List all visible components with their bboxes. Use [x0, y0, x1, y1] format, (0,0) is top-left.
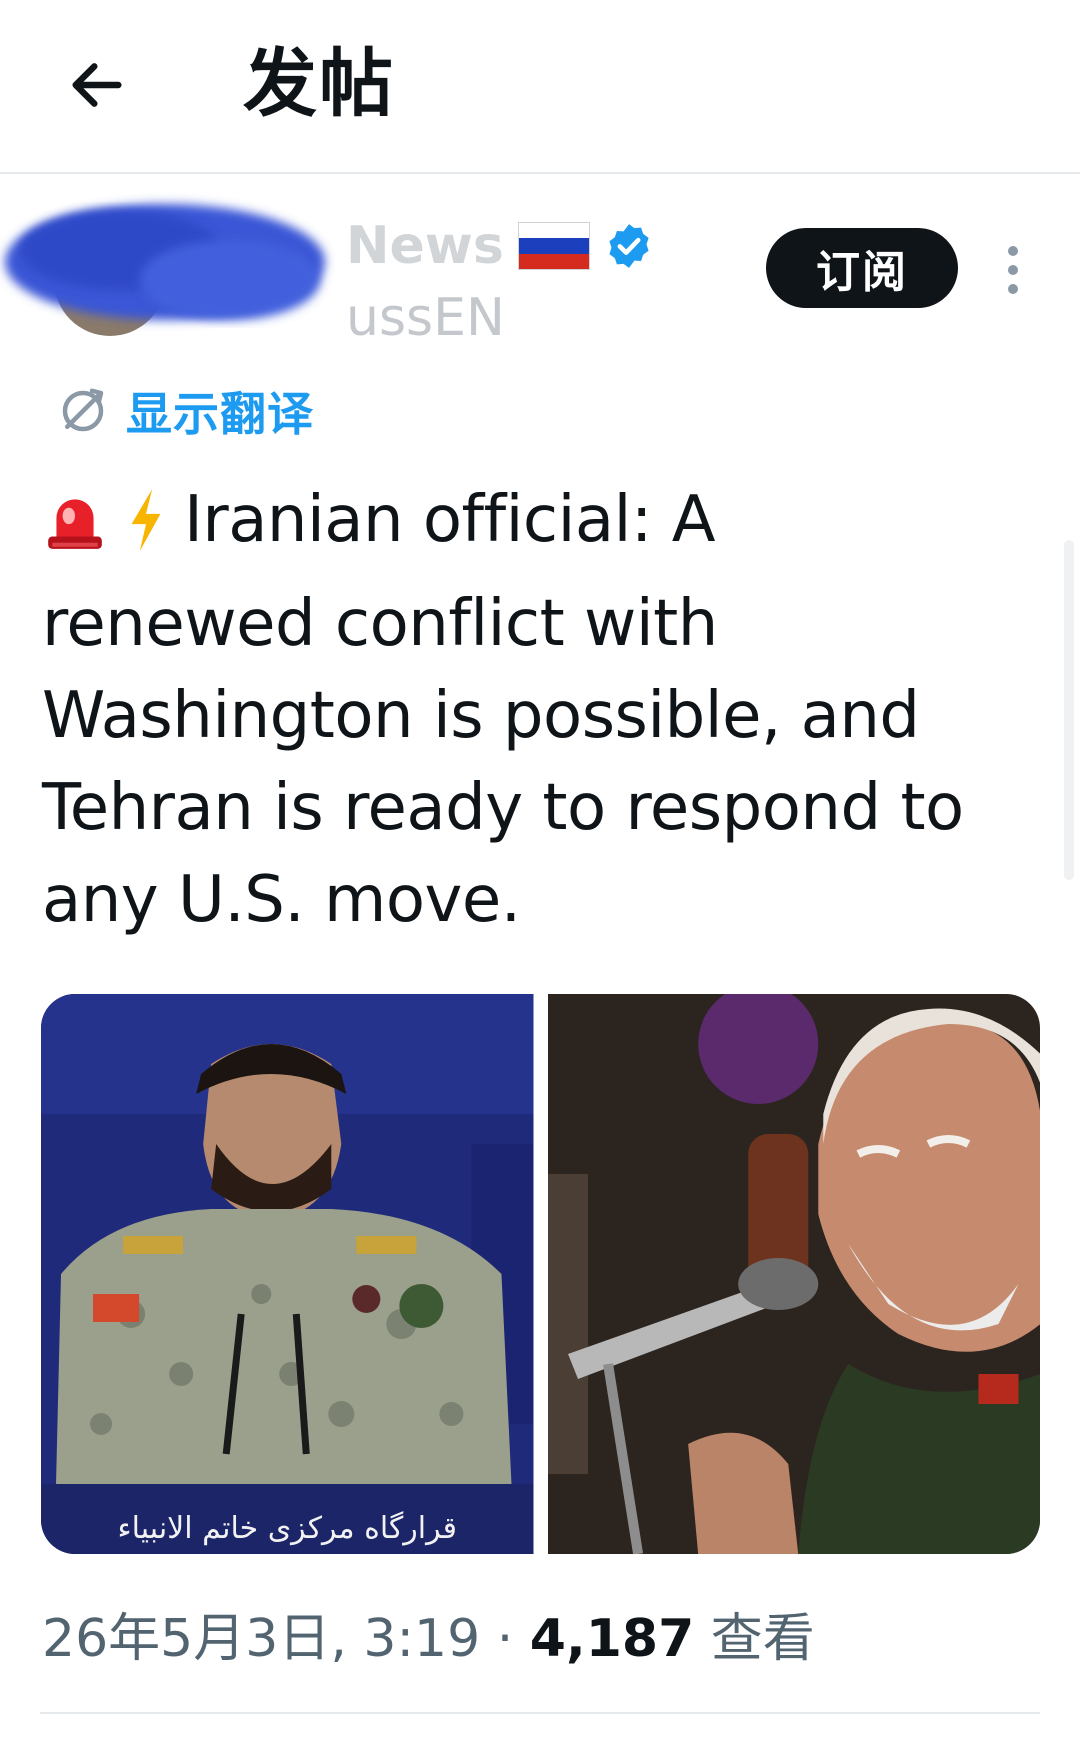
back-button[interactable] [52, 40, 142, 130]
show-translation-label: 显示翻译 [126, 387, 314, 441]
more-vertical-icon[interactable] [990, 240, 1036, 300]
media-grid: قرارگاه مرکزی خاتم الانبیاء [41, 994, 1040, 1554]
arrow-left-icon [72, 63, 122, 107]
translate-globe-icon [62, 388, 104, 432]
meta-separator: · [496, 1609, 514, 1669]
lightning-icon [122, 486, 170, 578]
top-bar: 发帖 [0, 0, 1080, 174]
divider [40, 1712, 1040, 1714]
redaction-scribble [5, 204, 325, 320]
show-translation-link[interactable]: 显示翻译 [56, 378, 314, 444]
post-timestamp[interactable]: 26年5月3日, 3:19 [42, 1609, 480, 1669]
post-meta: 26年5月3日, 3:19 · 4,187 查看 [42, 1604, 815, 1674]
author-row: News ussEN 订阅 [0, 196, 1080, 356]
display-name[interactable]: News [346, 214, 654, 278]
page-title: 发帖 [243, 41, 395, 127]
post-text: Iranian official: A renewed conflict wit… [42, 483, 964, 937]
views-count: 4,187 [529, 1609, 695, 1669]
media-image-left[interactable]: قرارگاه مرکزی خاتم الانبیاء [41, 994, 534, 1554]
user-handle[interactable]: ussEN [346, 286, 505, 350]
subscribe-button[interactable]: 订阅 [766, 228, 958, 308]
verified-badge-icon [609, 224, 649, 268]
views-label: 查看 [710, 1609, 815, 1669]
post-body: Iranian official: A renewed conflict wit… [42, 474, 1002, 946]
media-image-right[interactable] [547, 994, 1040, 1554]
display-name-text: News [346, 216, 504, 276]
scrollbar[interactable] [1064, 540, 1074, 880]
siren-icon [42, 486, 108, 578]
russia-flag-icon [517, 222, 590, 270]
media-caption: قرارگاه مرکزی خاتم الانبیاء [117, 1511, 458, 1546]
